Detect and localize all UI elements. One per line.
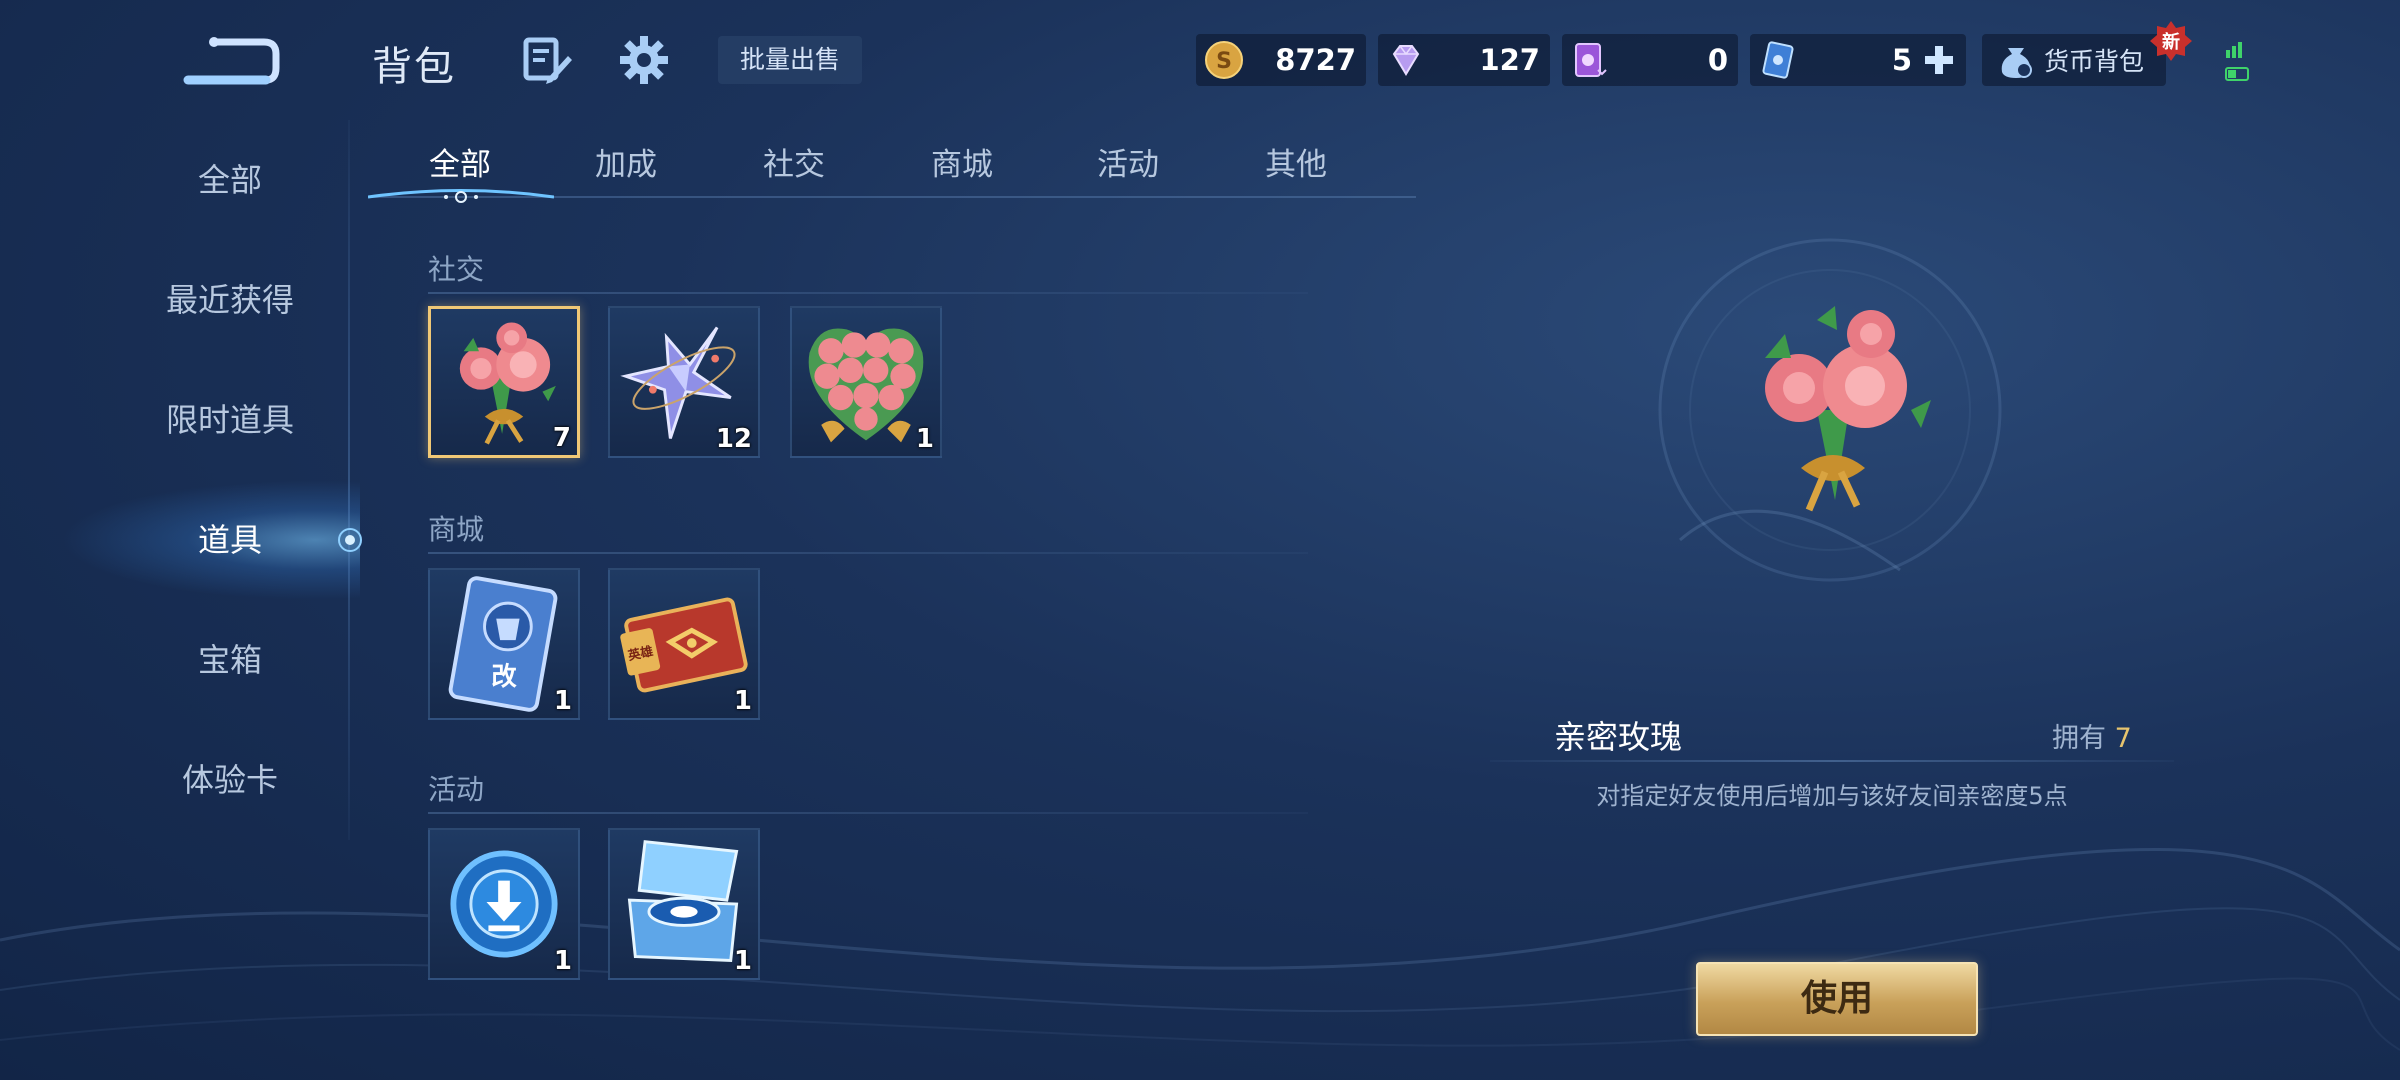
active-dot-icon — [338, 528, 362, 552]
item-quantity: 12 — [715, 424, 752, 454]
selected-item-owned: 拥有 7 — [2052, 716, 2132, 755]
selected-item-description: 对指定好友使用后增加与该好友间亲密度5点 — [1596, 782, 2068, 810]
card-currency: 0 — [1562, 34, 1738, 86]
use-button[interactable]: 使用 — [1696, 962, 1978, 1036]
rename-card-glyph: 改 — [491, 662, 517, 691]
money-bag-icon — [2001, 48, 2032, 78]
section-divider — [428, 552, 1308, 554]
owned-label: 拥有 — [2052, 723, 2106, 754]
purple-card-icon — [1575, 43, 1607, 77]
tab-shop[interactable]: 商城 — [902, 140, 1022, 190]
back-button[interactable] — [180, 30, 280, 90]
item-quantity: 1 — [733, 946, 752, 976]
section-title-event: 活动 — [428, 773, 485, 806]
section-title-social: 社交 — [428, 253, 485, 286]
page-title: 背包 — [372, 44, 456, 90]
item-quantity: 1 — [553, 686, 572, 716]
wallet-label: 货币背包 — [2044, 47, 2145, 76]
currency-wallet-button[interactable]: 货币背包 — [1982, 34, 2166, 86]
ticket-amount: 5 — [1891, 43, 1912, 77]
section-title-shop: 商城 — [428, 513, 485, 546]
tab-bonus[interactable]: 加成 — [566, 140, 686, 190]
ticket-currency: 5 — [1750, 34, 1966, 86]
section-divider — [428, 812, 1308, 814]
item-slot-rose-bouquet[interactable]: 7 — [428, 306, 580, 458]
item-quantity: 1 — [553, 946, 572, 976]
new-badge: 新 — [2150, 20, 2192, 62]
sidebar-item-chests[interactable]: 宝箱 — [100, 630, 360, 690]
sidebar-item-limited[interactable]: 限时道具 — [100, 390, 360, 450]
sidebar-divider — [348, 120, 350, 840]
item-slot-heart-bouquet[interactable]: 1 — [790, 306, 942, 458]
item-slot-hero-ticket[interactable]: 英雄 1 — [608, 568, 760, 720]
gear-icon — [620, 36, 668, 84]
bulk-sell-button[interactable]: 批量出售 — [718, 36, 862, 84]
tab-all[interactable]: 全部 — [400, 140, 520, 190]
item-slot-rename-card[interactable]: 改 1 — [428, 568, 580, 720]
new-badge-star-icon: 新 — [2150, 21, 2192, 61]
sidebar-item-props[interactable]: 道具 — [100, 510, 360, 570]
tab-social[interactable]: 社交 — [734, 140, 854, 190]
owned-count: 7 — [2114, 723, 2132, 754]
card-amount: 0 — [1707, 43, 1728, 77]
tab-event[interactable]: 活动 — [1068, 140, 1188, 190]
item-slot-star-gift[interactable]: 12 — [608, 306, 760, 458]
sidebar-item-all[interactable]: 全部 — [100, 150, 360, 210]
sidebar-item-trial-cards[interactable]: 体验卡 — [100, 750, 360, 810]
item-slot-download-badge[interactable]: 1 — [428, 828, 580, 980]
selected-item-name: 亲密玫瑰 — [1554, 718, 1683, 756]
diamond-amount: 127 — [1479, 43, 1540, 77]
gold-coin-icon: S — [1205, 41, 1243, 79]
blue-ticket-icon — [1762, 41, 1794, 79]
item-quantity: 7 — [552, 423, 571, 453]
gold-currency: S 8727 — [1196, 34, 1366, 86]
tab-other[interactable]: 其他 — [1236, 140, 1356, 190]
edit-list-icon — [523, 37, 572, 84]
diamond-icon — [1392, 45, 1420, 76]
item-quantity: 1 — [733, 686, 752, 716]
sidebar-item-recent[interactable]: 最近获得 — [100, 270, 360, 330]
item-slot-crystal-chest[interactable]: 1 — [608, 828, 760, 980]
svg-text:S: S — [1216, 49, 1232, 74]
settings-button[interactable] — [618, 34, 670, 86]
back-arrow-icon — [183, 37, 280, 85]
section-divider — [428, 292, 1308, 294]
selected-item-rose-bouquet-icon — [1765, 306, 1931, 512]
detail-divider — [1490, 760, 2174, 762]
active-tab-indicator — [368, 189, 554, 203]
add-plus-icon[interactable] — [1922, 43, 1956, 77]
network-battery-icon — [2225, 42, 2249, 81]
edit-button[interactable] — [522, 34, 574, 86]
diamond-currency: 127 — [1378, 34, 1550, 86]
gold-amount: 8727 — [1275, 43, 1356, 77]
new-badge-text: 新 — [2162, 31, 2180, 53]
item-quantity: 1 — [915, 424, 934, 454]
